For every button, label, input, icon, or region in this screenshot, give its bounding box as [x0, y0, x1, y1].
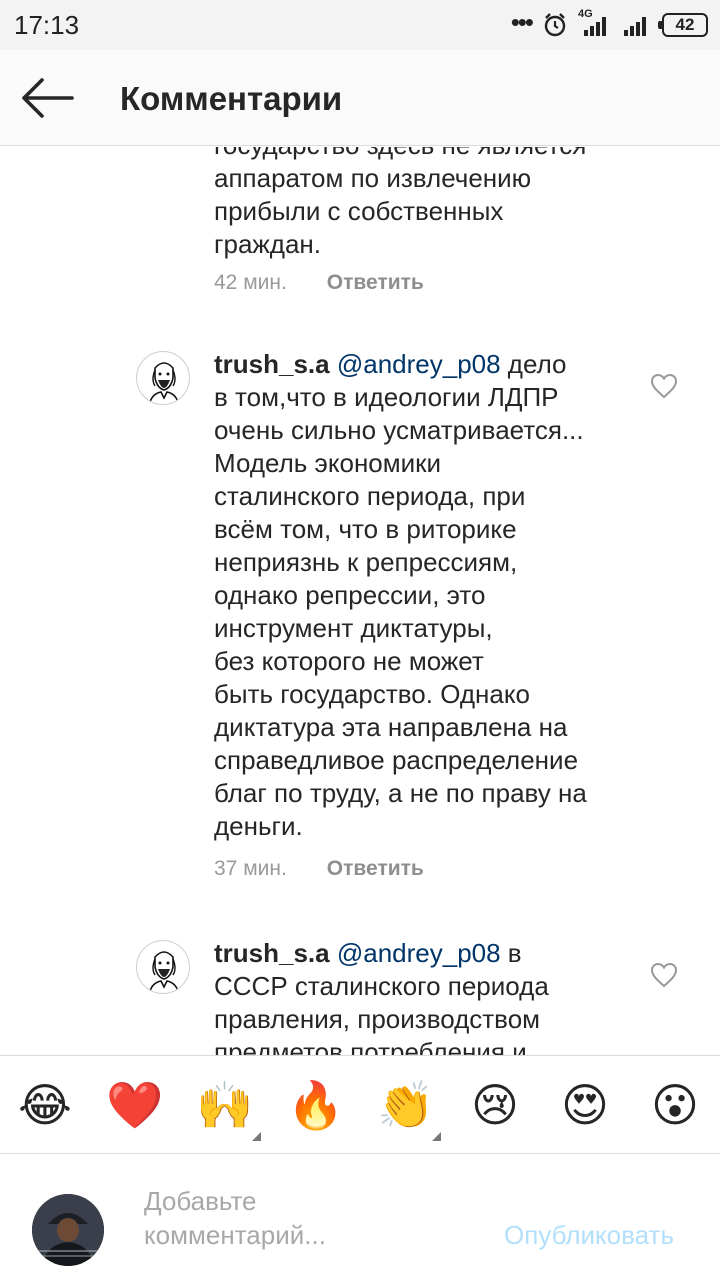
comment-meta: 42 мин. Ответить — [214, 271, 424, 295]
comment-mention[interactable]: @andrey_p08 — [337, 349, 501, 379]
comment-username[interactable]: trush_s.a — [214, 938, 330, 968]
comment-input[interactable]: Добавьте комментарий... — [144, 1184, 464, 1252]
comment-text: trush_s.a @andrey_p08 дело в том,что в и… — [214, 348, 634, 843]
comment-line: предметов потребления и — [214, 1037, 527, 1055]
comment-line: аппаратом по извлечению — [214, 163, 532, 193]
avatar[interactable] — [136, 940, 190, 994]
emoji-heart-button[interactable]: ❤️ — [106, 1076, 164, 1134]
emoji-fire-button[interactable]: 🔥 — [287, 1076, 345, 1134]
comment-first-line: trush_s.a @andrey_p08 в — [214, 937, 634, 970]
comment-mention[interactable]: @andrey_p08 — [337, 938, 501, 968]
signal-icon-1: 4G — [578, 8, 612, 38]
avatar[interactable] — [136, 351, 190, 405]
comment-line: правления, производством — [214, 1004, 541, 1034]
comment-line: государство здесь не является — [214, 147, 634, 162]
comment-line: в — [500, 938, 522, 968]
publish-button[interactable]: Опубликовать — [504, 1220, 674, 1251]
comment-line: благ по труду, а не по праву на — [214, 778, 587, 808]
more-dots-icon: ••• — [510, 7, 534, 37]
comment-line: СССР сталинского периода — [214, 971, 549, 1001]
status-time: 17:13 — [14, 10, 80, 40]
battery-icon: 42 — [658, 13, 708, 37]
emoji-bar: 😂 ❤️ 🙌 🔥 👏 😢 😍 😮 — [0, 1055, 720, 1153]
signal-icon-2 — [624, 17, 646, 36]
status-bar: 17:13 ••• 4G 42 — [0, 0, 720, 50]
page-title: Комментарии — [120, 80, 343, 117]
reply-button[interactable]: Ответить — [327, 857, 424, 881]
emoji-tears-of-joy-button[interactable]: 😂 — [16, 1076, 74, 1134]
comment-line: справедливое распределение — [214, 745, 579, 775]
comment-line: в том,что в идеологии ЛДПР — [214, 382, 559, 412]
emoji-clapping-button[interactable]: 👏 — [377, 1076, 435, 1134]
comment-line: быть государство. Однако — [214, 679, 530, 709]
reply-button[interactable]: Ответить — [327, 271, 424, 295]
comment-input-bar: Добавьте комментарий... Опубликовать — [0, 1153, 720, 1280]
more-variants-indicator — [432, 1132, 441, 1141]
comment-line: дело — [500, 349, 567, 379]
comment-text: trush_s.a @andrey_p08 в СССР сталинского… — [214, 937, 634, 1055]
comment-first-line: trush_s.a @andrey_p08 дело — [214, 348, 634, 381]
more-variants-indicator — [252, 1132, 261, 1141]
heart-icon[interactable] — [650, 962, 678, 988]
heart-icon[interactable] — [650, 373, 678, 399]
comment-meta: 37 мин. Ответить — [214, 857, 424, 881]
comment-line: деньги. — [214, 811, 303, 841]
placeholder-line: комментарий... — [144, 1220, 326, 1250]
emoji-crying-button[interactable]: 😢 — [466, 1076, 524, 1134]
comment-line: сталинского периода, при — [214, 481, 526, 511]
app-header: Комментарии — [0, 50, 720, 146]
status-icons: ••• 4G 42 — [511, 8, 708, 42]
comments-list[interactable]: государство здесь не является аппаратом … — [0, 147, 720, 1055]
emoji-raising-hands-button[interactable]: 🙌 — [196, 1076, 254, 1134]
comment-line: неприязнь к репрессиям, — [214, 547, 518, 577]
comment-line: диктатура эта направлена на — [214, 712, 568, 742]
comment-line: всём том, что в риторике — [214, 514, 517, 544]
comment-time: 37 мин. — [214, 857, 287, 880]
comment-line: инструмент диктатуры, — [214, 613, 493, 643]
comment-text: государство здесь не является аппаратом … — [214, 147, 634, 261]
my-avatar — [32, 1194, 104, 1266]
comment-line: граждан. — [214, 229, 322, 259]
comment-line: прибыли с собственных — [214, 196, 504, 226]
comment-line: очень сильно усматривается... — [214, 415, 584, 445]
alarm-icon — [544, 13, 566, 37]
emoji-surprised-button[interactable]: 😮 — [646, 1076, 704, 1134]
arrow-left-icon[interactable] — [20, 76, 76, 120]
comment-line: Модель экономики — [214, 448, 442, 478]
emoji-heart-eyes-button[interactable]: 😍 — [556, 1076, 614, 1134]
placeholder-line: Добавьте — [144, 1186, 257, 1216]
comment-line: однако репрессии, это — [214, 580, 486, 610]
comment-username[interactable]: trush_s.a — [214, 349, 330, 379]
comment-time: 42 мин. — [214, 271, 287, 294]
comment-line: без которого не может — [214, 646, 484, 676]
